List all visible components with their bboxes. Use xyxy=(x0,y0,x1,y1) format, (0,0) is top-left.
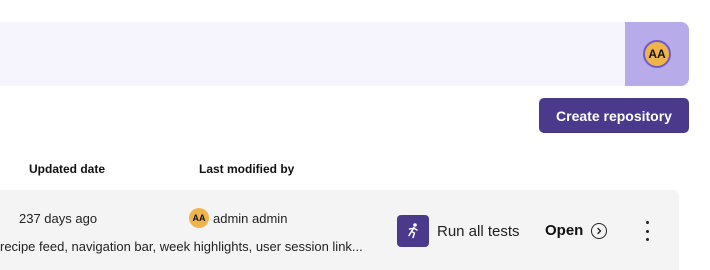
user-menu[interactable]: AA xyxy=(625,22,689,86)
avatar: AA xyxy=(189,208,209,228)
repository-description: recipe feed, navigation bar, week highli… xyxy=(0,239,363,254)
chevron-right-circle-icon xyxy=(591,222,608,239)
open-label: Open xyxy=(545,222,584,239)
updated-date-cell: 237 days ago xyxy=(19,211,98,226)
modified-by-name: admin admin xyxy=(213,210,288,226)
top-bar xyxy=(0,22,689,86)
column-header-last-modified-by[interactable]: Last modified by xyxy=(199,162,294,176)
runner-icon xyxy=(397,215,429,247)
avatar[interactable]: AA xyxy=(643,40,671,68)
last-modified-cell: AA admin admin xyxy=(189,208,287,228)
kebab-menu-icon[interactable] xyxy=(641,221,653,241)
create-repository-button[interactable]: Create repository xyxy=(539,98,689,133)
column-header-updated-date[interactable]: Updated date xyxy=(29,162,105,176)
open-button[interactable]: Open xyxy=(545,222,608,239)
run-all-tests-button[interactable]: Run all tests xyxy=(397,215,520,247)
run-all-tests-label: Run all tests xyxy=(437,222,520,240)
